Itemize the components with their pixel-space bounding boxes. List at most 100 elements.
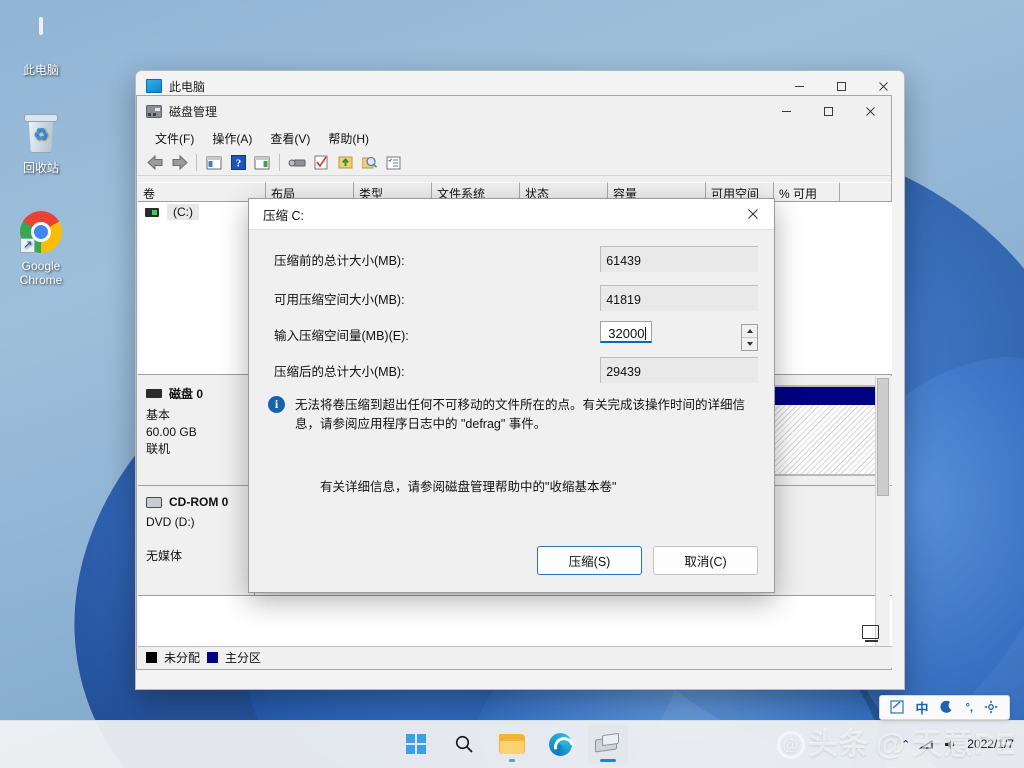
- start-button[interactable]: [396, 724, 436, 764]
- ime-toolbar: 中 °,: [879, 695, 1010, 720]
- legend-swatch-primary: [207, 652, 218, 663]
- windows-logo-icon: [406, 734, 426, 754]
- disk-icon: [146, 389, 162, 398]
- this-pc-window-title: 此电脑: [169, 78, 205, 95]
- help-icon[interactable]: ?: [227, 152, 249, 173]
- scrollbar-thumb[interactable]: [877, 378, 889, 496]
- text-caret: [645, 327, 646, 340]
- folder-icon: [499, 734, 525, 755]
- shrink-button[interactable]: 压缩(S): [537, 546, 642, 575]
- disk-management-maximize-button[interactable]: [807, 96, 849, 126]
- taskbar-active-indicator: [600, 759, 616, 762]
- shrink-amount-value: 32000: [608, 326, 644, 341]
- desktop-icon-this-pc[interactable]: 此电脑: [2, 12, 80, 77]
- info-message: i 无法将卷压缩到超出任何不可移动的文件所在的点。有关完成该操作时间的详细信息，…: [265, 396, 758, 434]
- desktop-icon-recycle-bin[interactable]: ♻ 回收站: [2, 110, 80, 175]
- menu-action[interactable]: 操作(A): [204, 127, 260, 150]
- refresh-icon[interactable]: [310, 152, 332, 173]
- field-row-total-before: 压缩前的总计大小(MB): 61439: [265, 246, 758, 272]
- menu-file[interactable]: 文件(F): [147, 127, 202, 150]
- cdrom-0-line-3: 无媒体: [146, 548, 246, 565]
- ime-settings-icon[interactable]: [984, 700, 999, 715]
- graphical-view-scrollbar[interactable]: [875, 376, 890, 648]
- volume-icon: [145, 208, 159, 217]
- column-header-volume[interactable]: 卷: [138, 182, 266, 201]
- info-message-text: 无法将卷压缩到超出任何不可移动的文件所在的点。有关完成该操作时间的详细信息，请参…: [295, 396, 755, 434]
- this-pc-icon: [2, 12, 80, 60]
- dialog-note-text: 有关详细信息，请参阅磁盘管理帮助中的"收缩基本卷": [320, 476, 758, 495]
- properties-icon[interactable]: [286, 152, 308, 173]
- stepper-up-button[interactable]: [742, 325, 757, 338]
- forward-icon[interactable]: [168, 152, 190, 173]
- column-header-extra[interactable]: [840, 182, 892, 201]
- field-row-total-after: 压缩后的总计大小(MB): 29439: [265, 357, 758, 383]
- desktop-icon-label: 回收站: [2, 161, 80, 175]
- taskbar: ⌃ 2022/1/7 中 °,: [0, 720, 1024, 768]
- shrink-amount-input[interactable]: 32000: [600, 321, 652, 343]
- disk-0-line-3: 联机: [146, 441, 246, 458]
- cdrom-0-line-1: DVD (D:): [146, 514, 246, 531]
- edge-button[interactable]: [540, 724, 580, 764]
- taskbar-clock[interactable]: 2022/1/7: [967, 736, 1014, 752]
- value-available-shrink-space: 41819: [600, 285, 758, 311]
- file-explorer-button[interactable]: [492, 724, 532, 764]
- disk-0-info: 磁盘 0 基本 60.00 GB 联机: [138, 376, 255, 485]
- dialog-title: 压缩 C:: [263, 205, 304, 224]
- toolbar: ?: [137, 150, 891, 176]
- svg-text:?: ?: [235, 158, 241, 170]
- legend-label-primary: 主分区: [225, 649, 261, 666]
- ime-moon-icon[interactable]: [940, 700, 955, 715]
- search-button[interactable]: [444, 724, 484, 764]
- back-icon[interactable]: [144, 152, 166, 173]
- dialog-titlebar[interactable]: 压缩 C:: [249, 199, 774, 230]
- list-icon[interactable]: [382, 152, 404, 173]
- menu-help[interactable]: 帮助(H): [320, 127, 377, 150]
- tray-expand-chevron-icon[interactable]: ⌃: [901, 738, 910, 751]
- toolbar-separator: [279, 154, 280, 171]
- menu-view[interactable]: 查看(V): [262, 127, 318, 150]
- legend-swatch-unallocated: [146, 652, 157, 663]
- cancel-button[interactable]: 取消(C): [653, 546, 758, 575]
- volume-icon[interactable]: [943, 737, 958, 752]
- desktop-icon-google-chrome[interactable]: ↗ Google Chrome: [2, 208, 80, 287]
- ime-chinese-icon[interactable]: 中: [916, 698, 929, 717]
- rescan-disks-icon[interactable]: [334, 152, 356, 173]
- dialog-body: 压缩前的总计大小(MB): 61439 可用压缩空间大小(MB): 41819 …: [249, 230, 774, 495]
- disk-management-titlebar[interactable]: 磁盘管理: [137, 96, 891, 126]
- menubar: 文件(F) 操作(A) 查看(V) 帮助(H): [137, 126, 891, 150]
- show-console-tree-icon[interactable]: [203, 152, 225, 173]
- show-action-pane-icon[interactable]: [251, 152, 273, 173]
- disk-management-icon: [595, 734, 621, 754]
- network-icon[interactable]: [919, 737, 934, 752]
- disk-0-name: 磁盘 0: [169, 385, 203, 402]
- disk-management-close-button[interactable]: [849, 96, 891, 126]
- label-total-size-after: 压缩后的总计大小(MB):: [265, 361, 600, 380]
- shrink-amount-stepper[interactable]: [741, 324, 758, 351]
- disk-management-minimize-button[interactable]: [765, 96, 807, 126]
- field-row-shrink-amount: 输入压缩空间量(MB)(E): 32000: [265, 324, 758, 344]
- shrink-volume-dialog: 压缩 C: 压缩前的总计大小(MB): 61439 可用压缩空间大小(MB): …: [248, 198, 775, 593]
- dialog-close-button[interactable]: [732, 199, 774, 230]
- column-header-percent-free[interactable]: % 可用: [774, 182, 840, 201]
- recycle-bin-icon: ♻: [2, 110, 80, 158]
- shortcut-arrow-icon: ↗: [20, 238, 35, 253]
- zoom-icon[interactable]: [358, 152, 380, 173]
- chevron-up-icon: [747, 329, 753, 333]
- this-pc-window-icon: [146, 79, 162, 93]
- stepper-down-button[interactable]: [742, 338, 757, 350]
- label-total-size-before: 压缩前的总计大小(MB):: [265, 250, 600, 269]
- ime-pen-icon[interactable]: [890, 700, 905, 715]
- dialog-buttons: 压缩(S) 取消(C): [537, 546, 758, 575]
- disk-management-button[interactable]: [588, 724, 628, 764]
- edge-icon: [549, 733, 572, 756]
- toolbar-separator: [196, 154, 197, 171]
- status-monitor-icon: [862, 625, 879, 639]
- ime-punctuation-icon[interactable]: °,: [966, 702, 973, 714]
- taskbar-date: 2022/1/7: [967, 737, 1014, 751]
- disk-0-line-2: 60.00 GB: [146, 424, 246, 441]
- disk-0-line-1: 基本: [146, 407, 246, 424]
- google-chrome-icon: ↗: [2, 208, 80, 256]
- label-available-shrink-space: 可用压缩空间大小(MB):: [265, 289, 600, 308]
- system-tray: ⌃ 2022/1/7: [901, 720, 1024, 768]
- desktop-icon-label: 此电脑: [2, 63, 80, 77]
